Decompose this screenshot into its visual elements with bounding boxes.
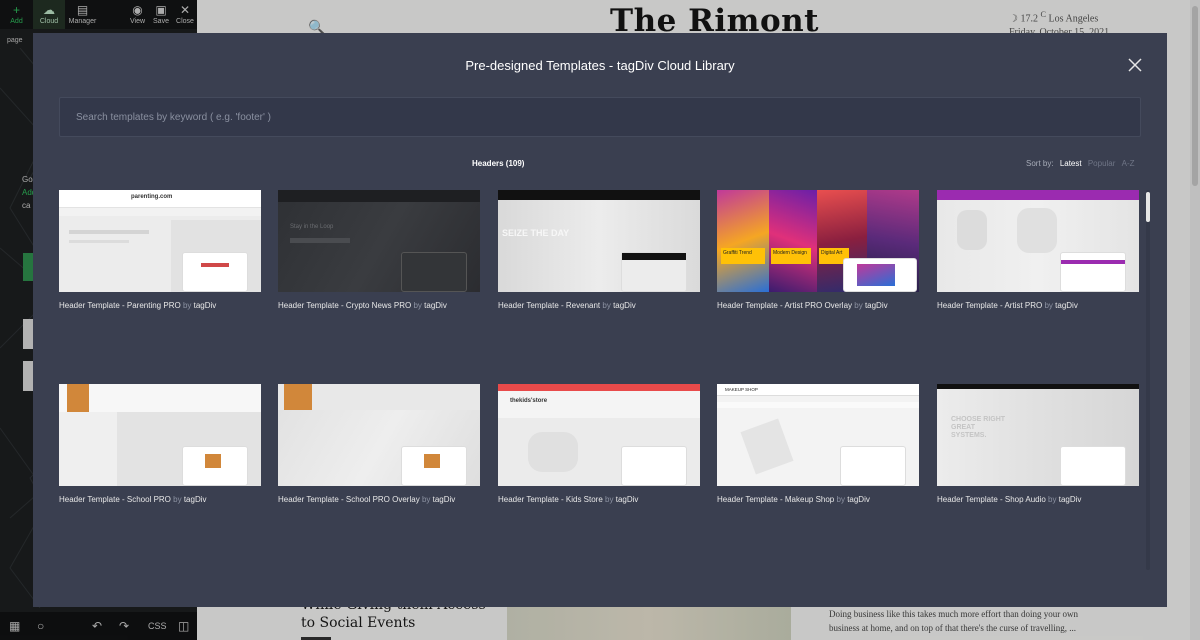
template-thumbnail[interactable]: parenting.com [59,190,261,292]
template-label: Header Template - Makeup Shop by tagDiv [717,495,919,504]
template-thumbnail[interactable]: MAKEUP SHOP [717,384,919,486]
template-label: Header Template - Shop Audio by tagDiv [937,495,1139,504]
template-thumbnail[interactable]: Graffiti Trend Modern Design Digital Art [717,190,919,292]
modal-title: Pre-designed Templates - tagDiv Cloud Li… [465,58,735,73]
template-by: by [836,495,845,504]
template-card[interactable]: thekids'store Header Template - Kids Sto… [498,384,700,504]
template-card[interactable]: Header Template - Artist PRO by tagDiv [937,190,1139,310]
template-card[interactable]: Stay in the Loop Header Template - Crypt… [278,190,480,310]
category-heading: Headers (109) [472,159,525,168]
template-by: by [602,301,611,310]
template-author: tagDiv [847,495,870,504]
template-label: Header Template - School PRO Overlay by … [278,495,480,504]
thumb-logo-makeup: MAKEUP SHOP [725,387,758,392]
template-label: Header Template - School PRO by tagDiv [59,495,261,504]
sort-label: Sort by: [1026,159,1054,168]
template-card[interactable]: CHOOSE RIGHT GREAT SYSTEMS. Header Templ… [937,384,1139,504]
sort-option-a-z[interactable]: A-Z [1122,159,1135,168]
template-label: Header Template - Parenting PRO by tagDi… [59,301,261,310]
template-name: Header Template - Revenant [498,301,601,310]
template-by: by [1048,495,1057,504]
template-card[interactable]: SEIZE THE DAY Header Template - Revenant… [498,190,700,310]
template-search-input[interactable] [59,97,1141,137]
template-thumbnail[interactable]: SEIZE THE DAY [498,190,700,292]
template-by: by [605,495,614,504]
sort-control: Sort by: Latest Popular A-Z [1022,159,1135,168]
template-author: tagDiv [193,301,217,310]
cloud-library-modal: Pre-designed Templates - tagDiv Cloud Li… [33,33,1167,607]
template-name: Header Template - Parenting PRO [59,301,181,310]
sort-option-popular[interactable]: Popular [1088,159,1116,168]
template-by: by [1044,301,1053,310]
template-thumbnail[interactable]: CHOOSE RIGHT GREAT SYSTEMS. [937,384,1139,486]
template-label: Header Template - Kids Store by tagDiv [498,495,700,504]
thumb-tag-modern: Modern Design [771,248,811,264]
template-name: Header Template - Artist PRO Overlay [717,301,853,310]
template-thumbnail[interactable] [59,384,261,486]
template-name: Header Template - Kids Store [498,495,603,504]
template-thumbnail[interactable] [278,384,480,486]
template-by: by [413,301,422,310]
template-by: by [173,495,182,504]
template-author: tagDiv [1058,495,1082,504]
template-thumbnail[interactable]: Stay in the Loop [278,190,480,292]
template-by: by [182,301,192,310]
template-by: by [421,495,431,504]
template-card[interactable]: Header Template - School PRO Overlay by … [278,384,480,504]
template-name: Header Template - Shop Audio [937,495,1046,504]
thumb-logo-parenting: parenting.com [131,194,173,200]
modal-scrollbar[interactable] [1146,190,1150,570]
thumb-text-crypto: Stay in the Loop [290,224,334,230]
template-name: Header Template - School PRO [59,495,171,504]
template-author: tagDiv [424,301,447,310]
template-author: tagDiv [613,301,636,310]
template-name: Header Template - Artist PRO [937,301,1043,310]
template-author: tagDiv [1055,301,1078,310]
template-card[interactable]: parenting.com Header Template - Parentin… [59,190,261,310]
template-author: tagDiv [615,495,639,504]
template-by: by [854,301,863,310]
template-name: Header Template - School PRO Overlay [278,495,420,504]
thumb-logo-kids: thekids'store [510,398,548,404]
modal-scrollbar-thumb[interactable] [1146,192,1150,222]
template-label: Header Template - Artist PRO by tagDiv [937,301,1139,310]
template-card[interactable]: Header Template - School PRO by tagDiv [59,384,261,504]
template-name: Header Template - Makeup Shop [717,495,835,504]
template-author: tagDiv [864,301,888,310]
template-name: Header Template - Crypto News PRO [278,301,412,310]
template-author: tagDiv [183,495,207,504]
thumb-text-audio: CHOOSE RIGHT GREAT SYSTEMS. [951,416,1006,439]
template-label: Header Template - Artist PRO Overlay by … [717,301,919,310]
template-thumbnail[interactable]: thekids'store [498,384,700,486]
template-card[interactable]: MAKEUP SHOP Header Template - Makeup Sho… [717,384,919,504]
template-author: tagDiv [432,495,456,504]
template-label: Header Template - Crypto News PRO by tag… [278,301,480,310]
template-thumbnail[interactable] [937,190,1139,292]
template-label: Header Template - Revenant by tagDiv [498,301,700,310]
thumb-tag-graffiti: Graffiti Trend [721,248,765,264]
sort-option-latest[interactable]: Latest [1060,159,1082,168]
thumb-text-revenant: SEIZE THE DAY [502,228,570,238]
close-icon[interactable] [1125,55,1145,75]
template-card[interactable]: Graffiti Trend Modern Design Digital Art… [717,190,919,310]
